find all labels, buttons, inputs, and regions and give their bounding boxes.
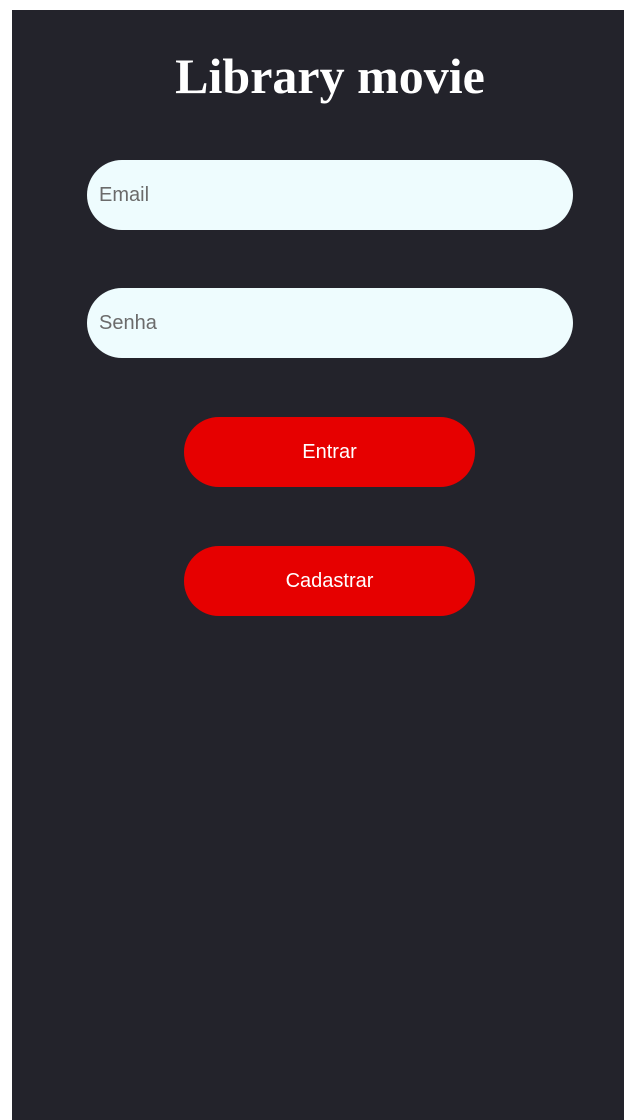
register-button[interactable]: Cadastrar xyxy=(184,546,475,616)
password-input[interactable] xyxy=(87,288,573,358)
login-button[interactable]: Entrar xyxy=(184,417,475,487)
page-title: Library movie xyxy=(175,48,485,104)
email-input[interactable] xyxy=(87,160,573,230)
login-screen: Library movie Entrar Cadastrar xyxy=(12,10,624,1120)
